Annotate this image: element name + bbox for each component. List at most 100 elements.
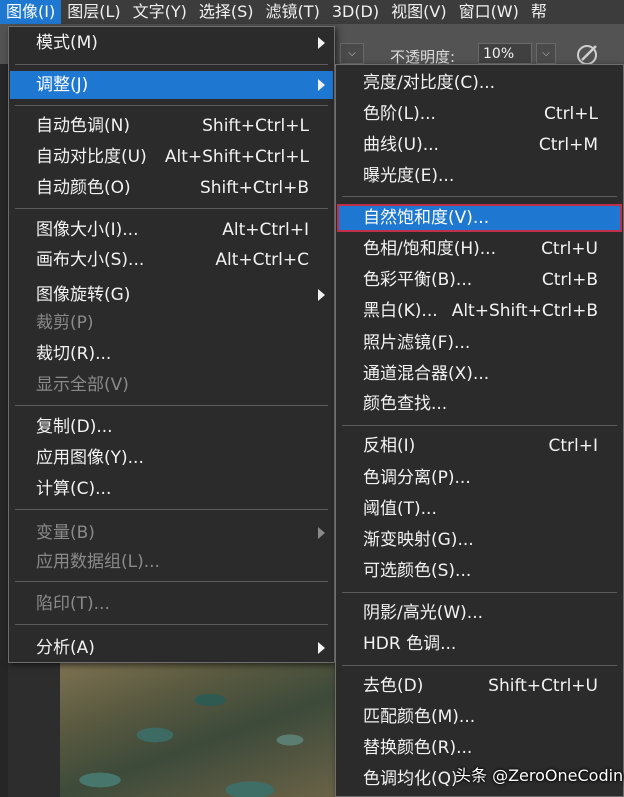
menu-item-label: HDR 色调... [363,634,457,654]
menu-item-trim[interactable]: 裁切(R)... [10,340,333,368]
menu-item-image-size[interactable]: 图像大小(I)... Alt+Ctrl+I [10,216,333,244]
menu-item-shadows-highlights[interactable]: 阴影/高光(W)... [337,599,622,627]
menu-item-shortcut: Alt+Shift+Ctrl+L [164,147,309,167]
menu-item-label: 通道混合器(X)... [363,364,490,384]
adjustments-submenu: 亮度/对比度(C)... 色阶(L)... Ctrl+L 曲线(U)... Ctrl… [335,64,624,797]
menu-item-shortcut: Ctrl+M [538,135,598,155]
menu-item-black-white[interactable]: 黑白(K)... Alt+Shift+Ctrl+B [337,297,622,325]
menu-item-canvas-size[interactable]: 画布大小(S)... Alt+Ctrl+C [10,246,333,274]
menu-item-label: 图像旋转(G) [36,285,131,305]
menu-item-apply-data-set[interactable]: 应用数据组(L)... [10,548,333,576]
menu-separator [15,405,328,406]
menu-item-label: 色彩平衡(B)... [363,270,473,290]
menu-item-reveal-all[interactable]: 显示全部(V) [10,371,333,399]
menu-item-exposure[interactable]: 曝光度(E)... [337,162,622,190]
menu-item-shortcut: Shift+Ctrl+U [488,676,598,696]
menu-layer[interactable]: 图层(L) [61,0,126,24]
menu-item-curves[interactable]: 曲线(U)... Ctrl+M [337,131,622,159]
menu-item-invert[interactable]: 反相(I) Ctrl+I [337,432,622,460]
menu-item-label: 反相(I) [363,436,416,456]
menu-separator [342,425,617,426]
menu-item-auto-tone[interactable]: 自动色调(N) Shift+Ctrl+L [10,112,333,140]
menu-item-channel-mixer[interactable]: 通道混合器(X)... [337,360,622,388]
submenu-arrow-icon [318,37,325,49]
watermark: 头条 @ZeroOneCoding [455,766,624,785]
menu-item-label: 颜色查找... [363,394,448,414]
menu-item-label: 自动对比度(U) [36,147,147,167]
menu-item-crop[interactable]: 裁剪(P) [10,309,333,337]
menu-item-desaturate[interactable]: 去色(D) Shift+Ctrl+U [337,672,622,700]
chevron-down-icon[interactable]: ⌵ [340,43,364,64]
menu-3d[interactable]: 3D(D) [326,0,385,24]
menu-item-label: 替换颜色(R)... [363,738,473,758]
submenu-arrow-icon [318,79,325,91]
menu-item-label: 变量(B) [36,523,95,543]
menu-item-calculations[interactable]: 计算(C)... [10,475,333,503]
menu-item-shortcut: Alt+Ctrl+I [222,220,309,240]
menu-type[interactable]: 文字(Y) [127,0,193,24]
menu-separator [342,592,617,593]
canvas-image [60,640,340,797]
menu-item-label: 应用数据组(L)... [36,552,160,572]
menu-item-shortcut: Shift+Ctrl+B [199,178,309,198]
menu-item-label: 裁剪(P) [36,313,94,333]
menu-item-apply-image[interactable]: 应用图像(Y)... [10,444,333,472]
menu-item-vibrance[interactable]: 自然饱和度(V)... [337,204,622,232]
menu-item-adjust[interactable]: 调整(J) [10,71,333,99]
menu-help[interactable]: 帮 [525,0,553,24]
menu-item-label: 分析(A) [36,638,95,658]
menu-item-label: 画布大小(S)... [36,250,145,270]
menu-separator [342,665,617,666]
opacity-input[interactable]: 10% [478,43,532,64]
menu-item-duplicate[interactable]: 复制(D)... [10,413,333,441]
menu-item-mode[interactable]: 模式(M) [10,29,333,57]
image-menu: 模式(M) 调整(J) 自动色调(N) Shift+Ctrl+L 自动对比度(U)… [8,26,335,663]
menu-item-brightness-contrast[interactable]: 亮度/对比度(C)... [337,69,622,97]
menu-image[interactable]: 图像(I) [0,0,62,24]
menu-separator [15,581,328,582]
menu-separator [15,509,328,510]
chevron-down-icon[interactable]: ⌵ [536,43,556,64]
menu-item-color-lookup[interactable]: 颜色查找... [337,390,622,418]
menu-item-label: 自动色调(N) [36,116,130,136]
menu-item-threshold[interactable]: 阈值(T)... [337,495,622,523]
menu-item-posterize[interactable]: 色调分离(P)... [337,464,622,492]
menu-item-label: 陷印(T)... [36,594,110,614]
menu-item-label: 匹配颜色(M)... [363,707,476,727]
menu-item-analysis[interactable]: 分析(A) [10,634,333,662]
menu-item-shortcut: Ctrl+B [541,270,598,290]
menu-item-label: 阈值(T)... [363,499,437,519]
menu-item-match-color[interactable]: 匹配颜色(M)... [337,703,622,731]
menu-item-label: 色调均化(Q) [363,769,458,789]
submenu-arrow-icon [318,289,325,301]
menu-item-variables[interactable]: 变量(B) [10,519,333,547]
menu-item-label: 去色(D) [363,676,424,696]
menu-filter[interactable]: 滤镜(T) [260,0,326,24]
menu-window[interactable]: 窗口(W) [453,0,525,24]
menu-item-photo-filter[interactable]: 照片滤镜(F)... [337,329,622,357]
menu-item-label: 复制(D)... [36,417,113,437]
menu-item-label: 应用图像(Y)... [36,448,144,468]
menu-item-trap[interactable]: 陷印(T)... [10,590,333,618]
menu-item-auto-color[interactable]: 自动颜色(O) Shift+Ctrl+B [10,174,333,202]
menu-item-shortcut: Alt+Ctrl+C [215,250,309,270]
menu-item-levels[interactable]: 色阶(L)... Ctrl+L [337,100,622,128]
menu-item-hdr-toning[interactable]: HDR 色调... [337,630,622,658]
menu-item-label: 图像大小(I)... [36,220,139,240]
menu-item-auto-contrast[interactable]: 自动对比度(U) Alt+Shift+Ctrl+L [10,143,333,171]
menu-item-label: 曝光度(E)... [363,166,455,186]
menu-item-selective-color[interactable]: 可选颜色(S)... [337,557,622,585]
menu-view[interactable]: 视图(V) [385,0,452,24]
menu-item-shortcut: Alt+Shift+Ctrl+B [451,301,598,321]
menu-item-label: 照片滤镜(F)... [363,333,471,353]
menu-item-replace-color[interactable]: 替换颜色(R)... [337,734,622,762]
menu-item-shortcut: Ctrl+U [541,239,598,259]
menu-item-hue-saturation[interactable]: 色相/饱和度(H)... Ctrl+U [337,235,622,263]
menu-item-label: 色调分离(P)... [363,468,471,488]
menu-item-color-balance[interactable]: 色彩平衡(B)... Ctrl+B [337,266,622,294]
menu-item-label: 模式(M) [36,33,98,53]
menu-item-image-rotation[interactable]: 图像旋转(G) [10,281,333,309]
menu-separator [15,105,328,106]
menu-item-gradient-map[interactable]: 渐变映射(G)... [337,526,622,554]
menu-select[interactable]: 选择(S) [193,0,260,24]
